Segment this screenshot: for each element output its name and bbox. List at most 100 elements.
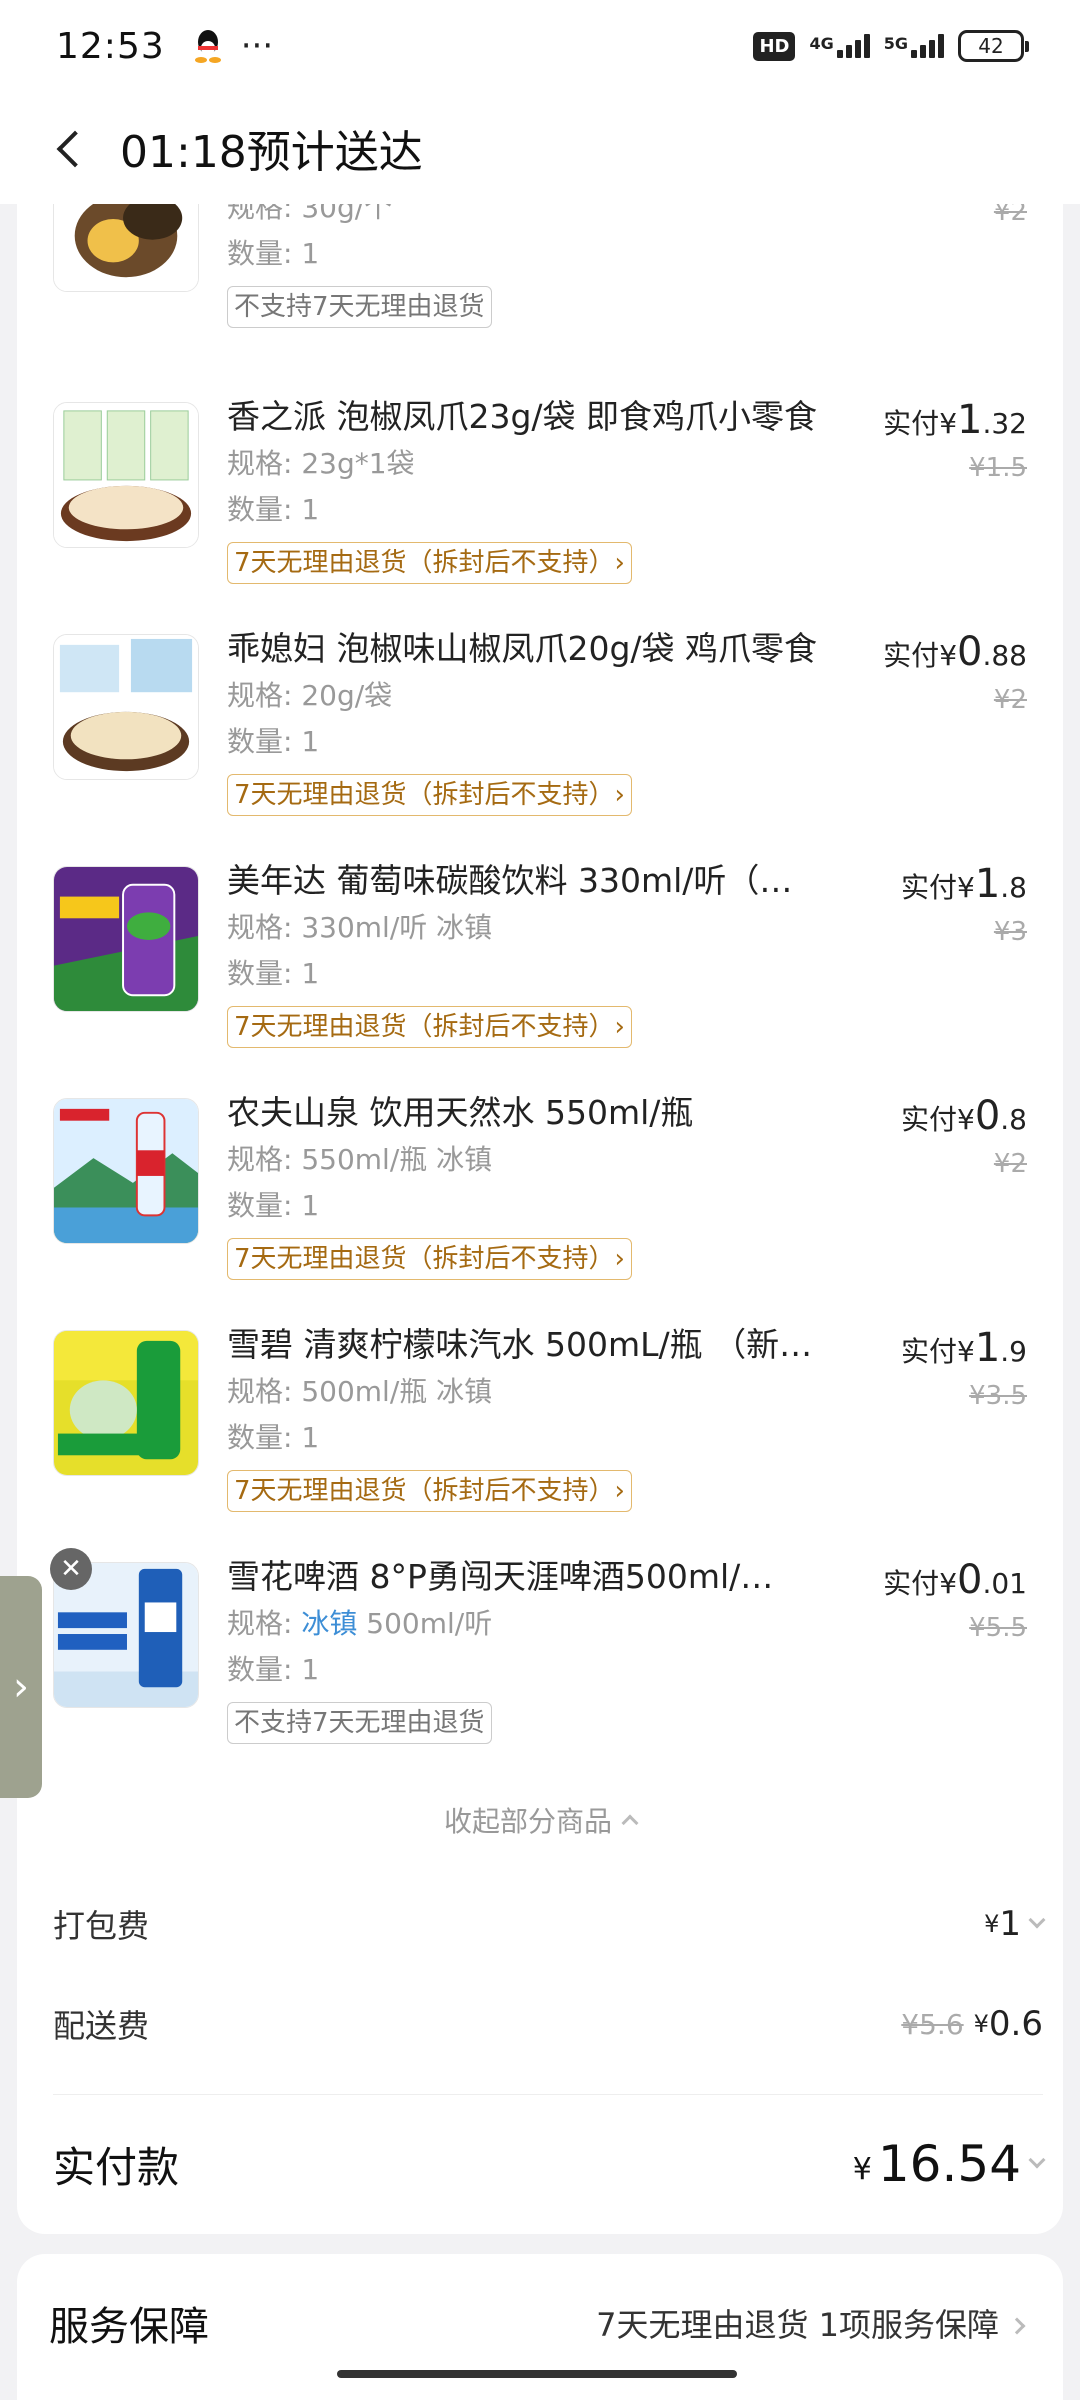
- product-thumbnail: [53, 866, 199, 1012]
- list-item[interactable]: 乖媳妇 泡椒味山椒凤爪20g/袋 鸡爪零食 规格: 20g/袋 数量: 1 7天…: [17, 629, 1063, 864]
- signal-4g-icon: 4G: [809, 34, 870, 58]
- product-quantity: 数量: 1: [227, 493, 320, 526]
- original-price: ¥3.5: [969, 1381, 1027, 1411]
- paid-decimal: .8: [1000, 871, 1027, 904]
- collapse-items-button[interactable]: 收起部分商品: [17, 1800, 1063, 1840]
- paid-label: 实付: [900, 1335, 957, 1368]
- delivery-fee-original: ¥5.6: [901, 2007, 964, 2041]
- chevron-right-icon: [1008, 2317, 1026, 2335]
- service-label: 服务保障: [49, 2304, 209, 2350]
- currency-symbol: ¥: [939, 639, 958, 672]
- original-price: ¥2: [993, 685, 1027, 715]
- packing-fee-amount: 1: [999, 1904, 1021, 1944]
- currency-symbol: ¥: [973, 2010, 989, 2038]
- signal-5g-icon: 5G: [884, 34, 944, 58]
- paid-decimal: .9: [1000, 1335, 1027, 1368]
- currency-symbol: ¥: [939, 1567, 958, 1600]
- spec-highlight: 冰镇: [301, 1607, 358, 1640]
- expand-arrow-icon: ›: [13, 1664, 29, 1710]
- product-quantity: 数量: 1: [227, 1653, 320, 1686]
- paid-decimal: .8: [1000, 1103, 1027, 1136]
- product-thumbnail: [53, 204, 199, 292]
- original-price: ¥2: [993, 204, 1027, 227]
- return-policy-tag[interactable]: 7天无理由退货（拆封后不支持）›: [227, 1238, 632, 1280]
- return-policy-tag[interactable]: 7天无理由退货（拆封后不支持）›: [227, 542, 632, 584]
- paid-integer: 1: [957, 397, 983, 443]
- delivery-fee-label: 配送费: [53, 2007, 150, 2045]
- paid-integer: 1: [974, 1325, 1001, 1371]
- chevron-down-icon: [1028, 1911, 1046, 1929]
- spec-prefix: 规格:: [227, 1607, 302, 1640]
- paid-label: 实付: [900, 1103, 957, 1136]
- delivery-fee-row: 配送费 ¥5.6 ¥ 0.6: [53, 1994, 1043, 2054]
- currency-symbol: ¥: [957, 1335, 975, 1368]
- service-card[interactable]: 服务保障 7天无理由退货 1项服务保障: [17, 2254, 1063, 2400]
- back-arrow-icon[interactable]: [50, 128, 90, 168]
- return-policy-tag: 不支持7天无理由退货: [227, 1702, 492, 1744]
- hd-voice-icon: HD: [753, 31, 796, 61]
- return-policy-tag[interactable]: 7天无理由退货（拆封后不支持）›: [227, 774, 632, 816]
- currency-symbol: ¥: [984, 1910, 1000, 1938]
- return-policy-tag: 不支持7天无理由退货: [227, 286, 492, 328]
- return-policy-tag[interactable]: 7天无理由退货（拆封后不支持）›: [227, 1006, 632, 1048]
- product-name: 农夫山泉 饮用天然水 550ml/瓶: [227, 1093, 694, 1132]
- product-quantity: 数量: 1: [227, 1189, 320, 1222]
- nav-bar: 01:18预计送达: [0, 92, 1080, 204]
- close-icon[interactable]: ✕: [50, 1548, 92, 1590]
- original-price: ¥2: [993, 1149, 1027, 1179]
- product-spec: 规格: 20g/袋: [227, 679, 393, 712]
- packing-fee-row[interactable]: 打包费 ¥ 1: [53, 1894, 1046, 1954]
- currency-symbol: ¥: [957, 1103, 975, 1136]
- total-row[interactable]: 实付款 ¥ 16.54: [53, 2124, 1046, 2204]
- product-name: 雪花啤酒 8°P勇闯天涯啤酒500ml/…: [227, 1557, 774, 1596]
- clock: 12:53: [56, 25, 165, 67]
- return-policy-tag[interactable]: 7天无理由退货（拆封后不支持）›: [227, 1470, 632, 1512]
- list-item[interactable]: 雪花啤酒 8°P勇闯天涯啤酒500ml/… 规格: 冰镇 500ml/听 数量:…: [17, 1557, 1063, 1792]
- original-price: ¥1.5: [969, 453, 1027, 483]
- qq-icon: [193, 28, 223, 64]
- product-name: 乖媳妇 泡椒味山椒凤爪20g/袋 鸡爪零食: [227, 629, 818, 668]
- net-4g-label: 4G: [809, 34, 834, 53]
- home-indicator[interactable]: [337, 2370, 737, 2378]
- product-quantity: 数量: 1: [227, 957, 320, 990]
- paid-integer: 0: [974, 1093, 1001, 1139]
- paid-price: 实付¥1.8: [901, 860, 1027, 912]
- list-item[interactable]: 雪碧 清爽柠檬味汽水 500mL/瓶 （新… 规格: 500ml/瓶 冰镇 数量…: [17, 1325, 1063, 1560]
- paid-label: 实付: [883, 639, 940, 672]
- floating-side-tab[interactable]: ›: [0, 1576, 42, 1798]
- spec-rest: 500ml/听: [357, 1607, 493, 1640]
- page-title: 01:18预计送达: [120, 127, 423, 178]
- currency-symbol: ¥: [939, 407, 958, 440]
- list-item[interactable]: 农夫山泉 饮用天然水 550ml/瓶 规格: 550ml/瓶 冰镇 数量: 1 …: [17, 1093, 1063, 1328]
- product-name: 雪碧 清爽柠檬味汽水 500mL/瓶 （新…: [227, 1325, 813, 1364]
- product-quantity: 数量: 1: [227, 1421, 320, 1454]
- list-item[interactable]: 美年达 葡萄味碳酸饮料 330ml/听（… 规格: 330ml/听 冰镇 数量:…: [17, 861, 1063, 1096]
- product-name: 美年达 葡萄味碳酸饮料 330ml/听（…: [227, 861, 793, 900]
- more-notifications-icon: ···: [240, 26, 274, 66]
- total-amount: 16.54: [877, 2135, 1021, 2193]
- list-item[interactable]: 香之派 泡椒凤爪23g/袋 即食鸡爪小零食 规格: 23g*1袋 数量: 1 7…: [17, 397, 1063, 632]
- status-bar: 12:53 ··· HD 4G 5G 42: [0, 0, 1080, 92]
- service-value-text: 7天无理由退货 1项服务保障: [596, 2306, 999, 2344]
- product-quantity: 数量: 1: [227, 237, 320, 270]
- paid-integer: 0: [957, 1557, 983, 1603]
- product-thumbnail: [53, 1330, 199, 1476]
- paid-price: 实付¥0.8: [901, 1092, 1027, 1144]
- order-items-card: … 规格: 30g/个 数量: 1 不支持7天无理由退货 ¥2 香之派 泡椒凤爪…: [17, 204, 1063, 2234]
- net-5g-label: 5G: [883, 34, 908, 53]
- collapse-label: 收起部分商品: [443, 1805, 612, 1838]
- original-price: ¥5.5: [969, 1613, 1027, 1643]
- paid-integer: 1: [974, 861, 1001, 907]
- packing-fee-value: ¥ 1: [984, 1904, 1046, 1944]
- currency-symbol: ¥: [957, 871, 975, 904]
- delivery-fee-value: ¥5.6 ¥ 0.6: [901, 2004, 1043, 2044]
- product-spec: 规格: 330ml/听 冰镇: [227, 911, 493, 944]
- paid-label: 实付: [900, 871, 957, 904]
- product-spec: 规格: 550ml/瓶 冰镇: [227, 1143, 493, 1176]
- original-price: ¥3: [993, 917, 1027, 947]
- delivery-fee-amount: 0.6: [988, 2004, 1043, 2044]
- product-spec: 规格: 23g*1袋: [227, 447, 415, 480]
- list-item[interactable]: … 规格: 30g/个 数量: 1 不支持7天无理由退货 ¥2: [17, 204, 1063, 376]
- currency-symbol: ¥: [852, 2151, 872, 2187]
- paid-decimal: .88: [982, 639, 1027, 672]
